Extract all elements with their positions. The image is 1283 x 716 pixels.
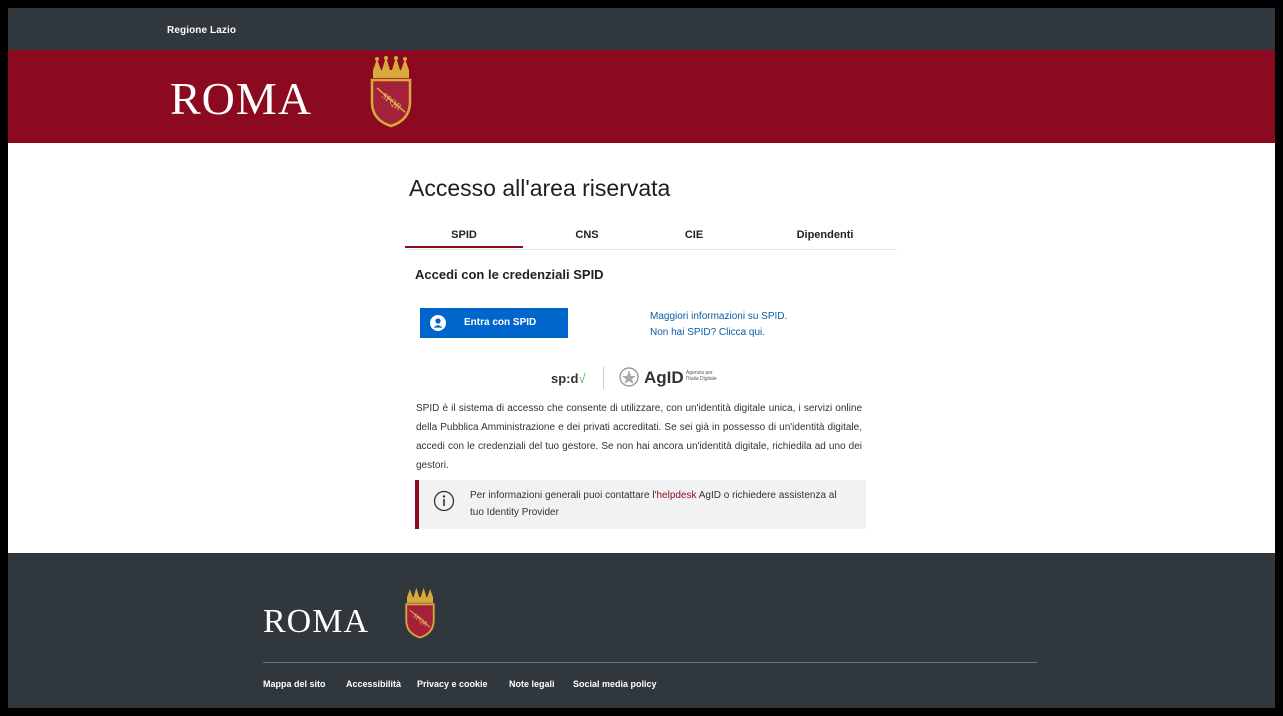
roma-logo-text[interactable]: ROMA bbox=[170, 72, 312, 125]
footer-link-note-legali[interactable]: Note legali bbox=[509, 679, 555, 689]
entra-con-spid-button[interactable]: Entra con SPID bbox=[420, 308, 568, 338]
agid-logo-text: AgID bbox=[644, 368, 684, 387]
notice-text: Per informazioni generali puoi contattar… bbox=[470, 490, 837, 518]
footer-link-privacy[interactable]: Privacy e cookie bbox=[417, 679, 488, 689]
footer-roma-logo-text[interactable]: ROMA bbox=[263, 603, 369, 641]
italian-emblem-icon bbox=[619, 367, 639, 387]
spid-description: SPID è il sistema di accesso che consent… bbox=[416, 403, 862, 471]
info-icon bbox=[433, 490, 455, 512]
spid-info-links: Maggiori informazioni su SPID. Non hai S… bbox=[650, 309, 787, 341]
spid-info-link[interactable]: Maggiori informazioni su SPID. bbox=[650, 309, 787, 325]
footer-link-social-media-policy[interactable]: Social media policy bbox=[573, 679, 657, 689]
roma-crest-icon[interactable]: SPQR bbox=[367, 56, 415, 128]
page-frame: Regione Lazio ROMA SPQR Accesso all'area… bbox=[8, 8, 1275, 708]
tab-spid[interactable]: SPID bbox=[405, 223, 523, 248]
site-header: ROMA SPQR bbox=[8, 50, 1275, 143]
tab-cns[interactable]: CNS bbox=[528, 223, 646, 248]
footer-roma-crest-icon[interactable]: SPQR bbox=[402, 587, 438, 639]
spid-agid-logos: sp:d√ AgID Agenzia per l'Italia Digitale bbox=[551, 363, 751, 393]
site-footer: ROMA SPQR Mappa del sito Accessibilità P… bbox=[8, 553, 1275, 708]
footer-divider bbox=[263, 662, 1037, 663]
auth-tabs: SPID CNS CIE Dipendenti bbox=[405, 223, 897, 250]
footer-link-mappa-del-sito[interactable]: Mappa del sito bbox=[263, 679, 326, 689]
spid-signup-link[interactable]: Non hai SPID? Clicca qui. bbox=[650, 325, 787, 341]
tab-dipendenti[interactable]: Dipendenti bbox=[766, 223, 884, 248]
logo-divider bbox=[603, 367, 604, 389]
spid-subtitle: Accedi con le credenziali SPID bbox=[415, 267, 604, 282]
user-icon bbox=[430, 315, 446, 331]
helpdesk-link[interactable]: helpdesk bbox=[656, 490, 696, 501]
helpdesk-notice: Per informazioni generali puoi contattar… bbox=[415, 480, 866, 529]
agid-subtitle: Agenzia per l'Italia Digitale bbox=[686, 370, 717, 382]
tab-cie[interactable]: CIE bbox=[635, 223, 753, 248]
footer-link-accessibilita[interactable]: Accessibilità bbox=[346, 679, 401, 689]
spid-logo: sp:d√ bbox=[551, 371, 586, 386]
spid-button-label: Entra con SPID bbox=[464, 317, 537, 328]
page-title: Accesso all'area riservata bbox=[409, 175, 671, 201]
region-link[interactable]: Regione Lazio bbox=[167, 25, 236, 36]
top-bar: Regione Lazio bbox=[8, 8, 1275, 50]
